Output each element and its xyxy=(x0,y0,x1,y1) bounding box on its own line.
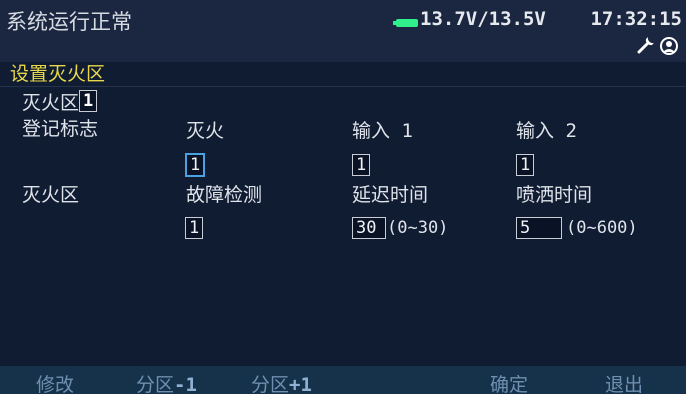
modify-label: 修改 xyxy=(36,374,75,394)
delay-time-header: 延迟时间 xyxy=(352,184,429,206)
spray-time-range: (0~600) xyxy=(566,218,638,238)
exit-softkey[interactable]: 退出 xyxy=(605,370,643,394)
col-header-input-2: 输入 2 xyxy=(516,120,577,142)
clock: 17:32:15 xyxy=(590,8,682,30)
delay-time-range: (0~30) xyxy=(387,218,449,238)
title-divider xyxy=(0,86,686,87)
zone-plus-softkey[interactable]: 分区+1 xyxy=(251,370,312,394)
confirm-label: 确定 xyxy=(490,374,529,394)
wrench-icon xyxy=(637,37,654,54)
zone-plus-number: +1 xyxy=(289,374,312,394)
fault-detect-field[interactable]: 1 xyxy=(185,217,204,239)
fire-panel-screen: 系统运行正常 13.7V/13.5V 17:32:15 设置灭火区 灭火区 1 … xyxy=(0,0,686,394)
zone-minus-softkey[interactable]: 分区-1 xyxy=(136,370,197,394)
exit-label: 退出 xyxy=(605,374,644,394)
fault-detect-header: 故障检测 xyxy=(186,184,263,206)
softkey-bar xyxy=(0,366,686,394)
service-icon xyxy=(660,37,678,55)
input-1-register-field[interactable]: 1 xyxy=(352,154,371,176)
input-2-register-field[interactable]: 1 xyxy=(516,154,535,176)
extinguish-zone-label: 灭火区 xyxy=(22,184,80,206)
page-title: 设置灭火区 xyxy=(10,63,106,85)
col-header-input-1: 输入 1 xyxy=(352,120,413,142)
system-status-text: 系统运行正常 xyxy=(6,10,132,34)
spray-time-header: 喷洒时间 xyxy=(516,184,593,206)
modify-softkey[interactable]: 修改 xyxy=(36,370,74,394)
registration-label: 登记标志 xyxy=(22,118,99,140)
zone-plus-label: 分区 xyxy=(251,374,290,394)
zone-label: 灭火区 xyxy=(22,92,80,114)
delay-time-field[interactable]: 30 xyxy=(352,217,386,239)
extinguish-register-field[interactable]: 1 xyxy=(185,153,206,177)
col-header-extinguish: 灭火 xyxy=(186,120,225,142)
zone-minus-number: -1 xyxy=(174,374,197,394)
zone-minus-label: 分区 xyxy=(136,374,175,394)
confirm-softkey[interactable]: 确定 xyxy=(490,370,528,394)
battery-icon xyxy=(393,19,418,27)
zone-number-field[interactable]: 1 xyxy=(79,90,98,112)
spray-time-field[interactable]: 5 xyxy=(516,217,562,239)
voltage-readout: 13.7V/13.5V xyxy=(420,8,546,30)
